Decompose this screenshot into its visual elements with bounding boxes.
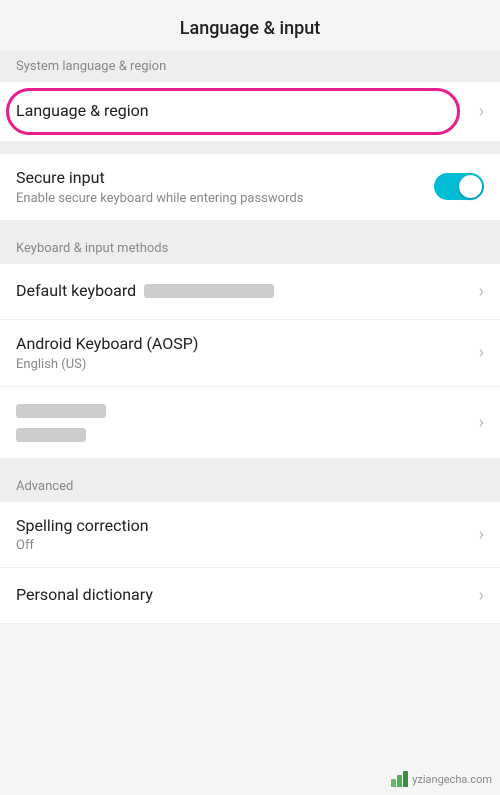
spacer-1 <box>0 142 500 154</box>
secure-input-item[interactable]: Secure input Enable secure keyboard whil… <box>0 154 500 221</box>
chevron-icon: › <box>479 412 484 433</box>
default-keyboard-value-blurred <box>144 284 274 298</box>
chevron-icon: › <box>479 281 484 302</box>
page-title: Language & input <box>0 0 500 51</box>
default-keyboard-title-row: Default keyboard <box>16 281 471 302</box>
spacer-2 <box>0 221 500 233</box>
section-header-advanced: Advanced <box>0 471 500 502</box>
bar-3 <box>403 771 408 787</box>
android-keyboard-title: Android Keyboard (AOSP) <box>16 334 471 355</box>
secure-input-subtitle: Enable secure keyboard while entering pa… <box>16 191 434 206</box>
android-keyboard-subtitle: English (US) <box>16 357 471 372</box>
watermark: yziangecha.com <box>391 771 492 787</box>
spelling-correction-item[interactable]: Spelling correction Off › <box>0 502 500 569</box>
android-keyboard-item[interactable]: Android Keyboard (AOSP) English (US) › <box>0 320 500 387</box>
section-header-system-language: System language & region <box>0 51 500 82</box>
blurred-keyboard-subtitle-row <box>16 425 471 444</box>
watermark-logo <box>391 771 408 787</box>
bar-1 <box>391 779 396 787</box>
secure-input-toggle[interactable] <box>434 173 484 200</box>
watermark-text: yziangecha.com <box>412 773 492 786</box>
personal-dictionary-title: Personal dictionary <box>16 585 471 606</box>
secure-input-title: Secure input <box>16 168 434 189</box>
chevron-icon: › <box>479 342 484 363</box>
chevron-icon: › <box>479 524 484 545</box>
toggle-knob <box>459 175 482 198</box>
default-keyboard-title: Default keyboard <box>16 281 136 302</box>
blurred-keyboard-title-row <box>16 401 471 420</box>
chevron-icon: › <box>479 101 484 122</box>
blurred-keyboard-title <box>16 404 106 418</box>
spelling-correction-title: Spelling correction <box>16 516 471 537</box>
bar-2 <box>397 775 402 787</box>
blurred-keyboard-subtitle <box>16 428 86 442</box>
language-region-title: Language & region <box>16 101 471 122</box>
spacer-3 <box>0 459 500 471</box>
language-region-item[interactable]: Language & region › <box>0 82 500 142</box>
default-keyboard-item[interactable]: Default keyboard › <box>0 264 500 320</box>
spelling-correction-subtitle: Off <box>16 538 471 553</box>
chevron-icon: › <box>479 585 484 606</box>
section-header-keyboard: Keyboard & input methods <box>0 233 500 264</box>
blurred-keyboard-item[interactable]: › <box>0 387 500 459</box>
personal-dictionary-item[interactable]: Personal dictionary › <box>0 568 500 624</box>
